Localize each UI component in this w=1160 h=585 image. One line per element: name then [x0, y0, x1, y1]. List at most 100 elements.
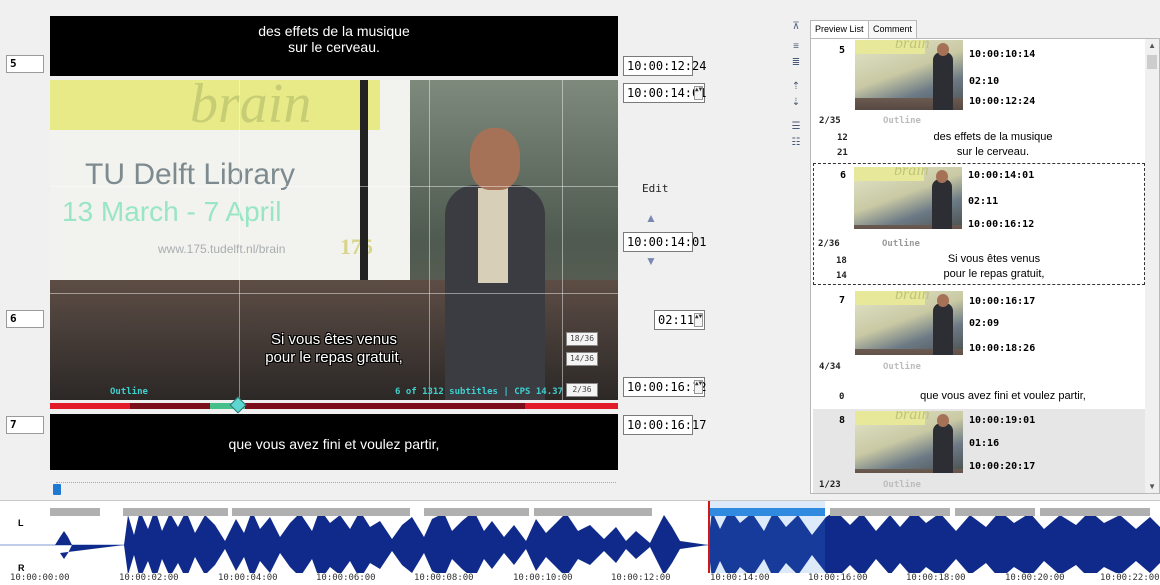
- preview-list[interactable]: 5 brain 10:00:10:14 02:10 10:00:12:24 2/…: [810, 38, 1160, 494]
- waveform-subtitle-segment[interactable]: [232, 508, 410, 516]
- time-tick: 10:00:04:00: [218, 573, 278, 583]
- item-outline: Outline: [882, 239, 920, 249]
- item-text-line1: que vous avez fini et voulez partir,: [920, 390, 1086, 402]
- item-text-line2: pour le repas gratuit,: [943, 268, 1045, 280]
- item-end: 10:00:18:26: [969, 343, 1036, 354]
- prev-subtitle-number[interactable]: 5: [6, 55, 44, 73]
- time-tick: 10:00:12:00: [611, 573, 671, 583]
- position-slider-knob[interactable]: [53, 484, 61, 495]
- grid-line: [50, 293, 618, 294]
- waveform-subtitle-segment[interactable]: [534, 508, 652, 516]
- slide-brain-text: brain: [190, 80, 312, 135]
- channel-left-label: L: [18, 518, 24, 528]
- item-number: 5: [839, 45, 846, 56]
- waveform-subtitle-segment[interactable]: [123, 508, 228, 516]
- start-time-mid-field[interactable]: 10:00:14:01: [623, 232, 706, 252]
- list-item[interactable]: 5 brain 10:00:10:14 02:10 10:00:12:24 2/…: [813, 39, 1145, 159]
- time-tick: 10:00:20:00: [1005, 573, 1065, 583]
- align-lines-icon[interactable]: ≡: [789, 40, 803, 54]
- item-duration: 02:11: [968, 196, 999, 207]
- list-item-selected[interactable]: 6 brain 10:00:14:01 02:11 10:00:16:12 2/…: [813, 163, 1145, 285]
- align-top-icon[interactable]: ⊼: [789, 20, 803, 34]
- subtitle-timeline[interactable]: [50, 396, 618, 414]
- time-tick: 10:00:10:00: [513, 573, 573, 583]
- time-tick: 10:00:22:00: [1100, 573, 1160, 583]
- waveform-subtitle-segment[interactable]: [955, 508, 1035, 516]
- video-status-bar: Outline 6 of 1312 subtitles | CPS 14.37: [50, 384, 618, 400]
- next-start-time[interactable]: 10:00:16:17: [623, 415, 706, 435]
- slide-logo: 175: [340, 234, 373, 259]
- waveform-subtitle-segment[interactable]: [830, 508, 950, 516]
- edit-label: Edit: [642, 182, 669, 195]
- next-subtitle-number[interactable]: 7: [6, 416, 44, 434]
- slide-url-text: www.175.tudelft.nl/brain: [158, 242, 286, 256]
- tab-comment[interactable]: Comment: [868, 20, 918, 38]
- start-time-spinner[interactable]: ▲▼: [694, 86, 703, 100]
- start-time-field[interactable]: 10:00:14:01 ▲▼: [623, 83, 706, 103]
- duration-field[interactable]: 02:11 ▲▼: [654, 310, 705, 330]
- waveform-subtitle-segment[interactable]: [424, 508, 529, 516]
- item-duration: 02:10: [969, 76, 1000, 87]
- time-tick: 10:00:00:00: [10, 573, 70, 583]
- split-icon[interactable]: ☷: [789, 136, 803, 150]
- speaker-head: [470, 128, 520, 190]
- item-start: 10:00:10:14: [969, 49, 1036, 60]
- time-tick: 10:00:06:00: [316, 573, 376, 583]
- sort-up-icon[interactable]: ⇡: [789, 80, 803, 94]
- prev-subtitle-panel[interactable]: des effets de la musique sur le cerveau.: [50, 16, 618, 76]
- position-slider-track[interactable]: [56, 482, 616, 483]
- list-item[interactable]: 7 brain 10:00:16:17 02:09 10:00:18:26 4/…: [813, 289, 1145, 407]
- prev-subtitle-line1: des effets de la musique: [258, 23, 410, 39]
- list-item[interactable]: 8 brain 10:00:19:01 01:16 10:00:20:17 1/…: [813, 409, 1145, 493]
- audio-waveform[interactable]: L R 10:00:00:00 10:00:02:00 10:00:04:00 …: [0, 500, 1160, 585]
- item-outline: Outline: [883, 480, 921, 490]
- timeline-segment: [50, 403, 130, 409]
- current-subtitle-number[interactable]: 6: [6, 310, 44, 328]
- channel-right-label: R: [18, 563, 25, 573]
- next-subtitle-panel[interactable]: que vous avez fini et voulez partir,: [50, 414, 618, 470]
- screen-frame: [360, 80, 368, 300]
- waveform-current-segment[interactable]: [708, 508, 825, 516]
- video-preview[interactable]: brain TU Delft Library 13 March - 7 Apri…: [50, 80, 618, 400]
- line1-length-badge: 18/36: [566, 332, 598, 346]
- prev-end-time[interactable]: 10:00:12:24: [623, 56, 706, 76]
- align-bottom-icon[interactable]: ≣: [789, 56, 803, 70]
- sort-down-icon[interactable]: ⇣: [789, 96, 803, 110]
- subtitle-count-cps: 6 of 1312 subtitles | CPS 14.37: [395, 387, 563, 397]
- tab-preview-list[interactable]: Preview List: [810, 20, 869, 39]
- item-ratio: 2/35: [819, 116, 841, 126]
- list-scrollbar[interactable]: ▲ ▼: [1145, 39, 1159, 493]
- item-line1-count: 12: [837, 133, 848, 143]
- time-tick: 10:00:02:00: [119, 573, 179, 583]
- slide-dates-text: 13 March - 7 April: [62, 196, 282, 227]
- waveform-subtitle-segment[interactable]: [50, 508, 100, 516]
- item-end: 10:00:20:17: [969, 461, 1036, 472]
- item-text-line1: Si vous êtes venus: [947, 253, 1041, 265]
- item-line2-count: 21: [837, 148, 848, 158]
- playhead[interactable]: [708, 501, 710, 573]
- next-subtitle-line1: que vous avez fini et voulez partir,: [228, 436, 440, 452]
- duration-spinner[interactable]: ▲▼: [694, 313, 703, 327]
- scroll-down-icon[interactable]: ▼: [1148, 482, 1156, 491]
- move-up-icon[interactable]: ▲: [645, 211, 657, 225]
- preview-panel: Preview List Comment 5 brain 10:00:10:14…: [810, 20, 1160, 494]
- item-line1-count: 18: [836, 256, 847, 266]
- item-thumbnail: brain: [855, 411, 963, 473]
- item-outline: Outline: [883, 116, 921, 126]
- end-time-field[interactable]: 10:00:16:12 ▲▼: [623, 377, 706, 397]
- move-down-icon[interactable]: ▼: [645, 254, 657, 268]
- waveform-shape: [55, 509, 1160, 573]
- scrollbar-thumb[interactable]: [1147, 55, 1157, 69]
- video-subtitle-line1: Si vous êtes venus: [271, 331, 397, 348]
- item-duration: 01:16: [969, 438, 1000, 449]
- waveform-subtitle-segment[interactable]: [1040, 508, 1150, 516]
- merge-icon[interactable]: ☰: [789, 120, 803, 134]
- item-text-line1: des effets de la musique: [933, 131, 1053, 143]
- timeline-segment: [525, 403, 618, 409]
- end-time-spinner[interactable]: ▲▼: [694, 380, 703, 394]
- item-end: 10:00:16:12: [968, 219, 1035, 230]
- scroll-up-icon[interactable]: ▲: [1148, 41, 1156, 50]
- item-duration: 02:09: [969, 318, 1000, 329]
- item-start: 10:00:14:01: [968, 170, 1035, 181]
- item-start: 10:00:16:17: [969, 296, 1036, 307]
